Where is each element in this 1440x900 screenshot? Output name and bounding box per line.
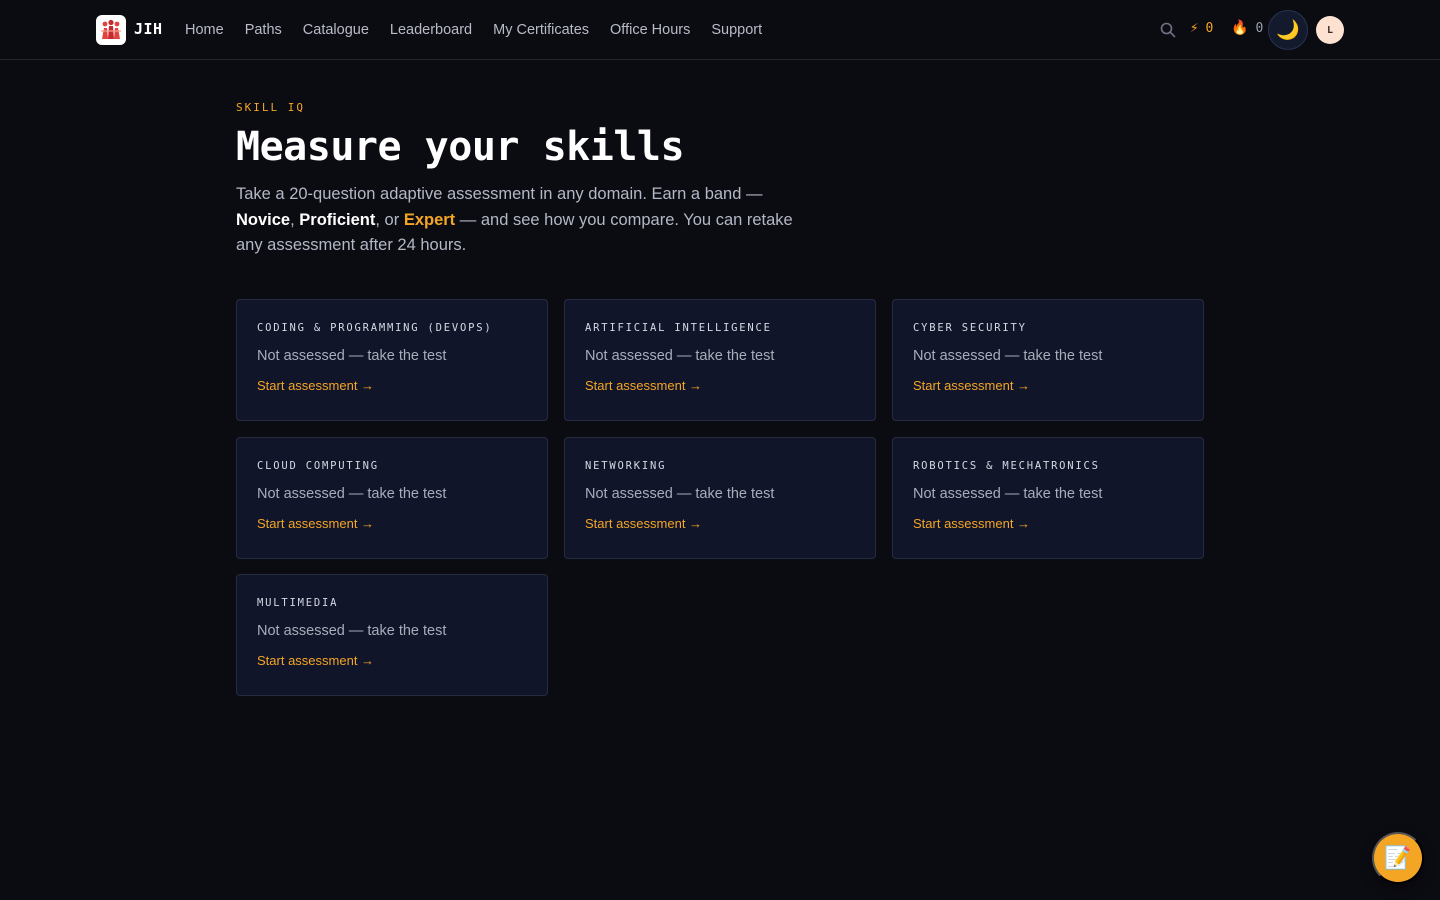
search-icon[interactable] bbox=[1159, 21, 1177, 39]
domain-status: Not assessed — take the test bbox=[913, 486, 1103, 502]
domain-card-robotics: ROBOTICS & MECHATRONICS Not assessed — t… bbox=[892, 437, 1204, 559]
domain-status: Not assessed — take the test bbox=[257, 348, 447, 364]
intro-text-1: Take a 20-question adaptive assessment i… bbox=[236, 185, 763, 203]
xp-count: 0 bbox=[1205, 20, 1214, 36]
main-nav: Home Paths Catalogue Leaderboard My Cert… bbox=[185, 0, 783, 60]
nav-link-home[interactable]: Home bbox=[185, 22, 224, 38]
domain-title: CLOUD COMPUTING bbox=[257, 460, 379, 472]
flame-icon: 🔥 bbox=[1231, 20, 1249, 36]
start-assessment-link[interactable]: Start assessment → bbox=[257, 516, 374, 531]
brand-logo[interactable] bbox=[96, 15, 126, 45]
start-assessment-link[interactable]: Start assessment → bbox=[913, 378, 1030, 393]
people-group-icon bbox=[101, 19, 121, 39]
domain-card-networking: NETWORKING Not assessed — take the test … bbox=[564, 437, 876, 559]
lightning-icon: ⚡ bbox=[1190, 20, 1199, 36]
start-assessment-link[interactable]: Start assessment → bbox=[257, 378, 374, 393]
section-eyebrow: SKILL IQ bbox=[236, 101, 305, 114]
moon-icon: 🌙 bbox=[1276, 20, 1300, 41]
domain-title: NETWORKING bbox=[585, 460, 667, 472]
intro-sep-2: , or bbox=[375, 210, 404, 229]
domain-status: Not assessed — take the test bbox=[257, 486, 447, 502]
notepad-icon: 📝 bbox=[1384, 845, 1412, 870]
brand-name[interactable]: JIH bbox=[134, 20, 163, 38]
band-novice: Novice bbox=[236, 210, 291, 229]
user-avatar[interactable]: L bbox=[1316, 16, 1344, 44]
domain-title: CODING & PROGRAMMING (DEVOPS) bbox=[257, 322, 493, 334]
nav-link-support[interactable]: Support bbox=[711, 22, 762, 38]
nav-link-paths[interactable]: Paths bbox=[245, 22, 282, 38]
intro-paragraph: Take a 20-question adaptive assessment i… bbox=[236, 182, 796, 259]
band-expert: Expert bbox=[403, 210, 456, 229]
domain-status: Not assessed — take the test bbox=[585, 348, 775, 364]
domain-card-multimedia: MULTIMEDIA Not assessed — take the test … bbox=[236, 574, 548, 696]
domain-card-cyber-security: CYBER SECURITY Not assessed — take the t… bbox=[892, 299, 1204, 421]
domain-title: MULTIMEDIA bbox=[257, 597, 339, 609]
domain-card-coding: CODING & PROGRAMMING (DEVOPS) Not assess… bbox=[236, 299, 548, 421]
domain-status: Not assessed — take the test bbox=[913, 348, 1103, 364]
domain-title: CYBER SECURITY bbox=[913, 322, 1027, 334]
theme-toggle-button[interactable]: 🌙 bbox=[1268, 10, 1308, 50]
nav-link-my-certificates[interactable]: My Certificates bbox=[493, 22, 589, 38]
domain-title: ARTIFICIAL INTELLIGENCE bbox=[585, 322, 772, 334]
band-proficient: Proficient bbox=[299, 210, 376, 229]
domain-status: Not assessed — take the test bbox=[585, 486, 775, 502]
start-assessment-link[interactable]: Start assessment → bbox=[913, 516, 1030, 531]
streak-count: 0 bbox=[1255, 20, 1264, 36]
intro-sep-1: , bbox=[290, 210, 300, 229]
nav-link-catalogue[interactable]: Catalogue bbox=[303, 22, 369, 38]
start-assessment-link[interactable]: Start assessment → bbox=[257, 653, 374, 668]
start-assessment-link[interactable]: Start assessment → bbox=[585, 516, 702, 531]
domain-status: Not assessed — take the test bbox=[257, 623, 447, 639]
top-nav-bar: JIH Home Paths Catalogue Leaderboard My … bbox=[0, 0, 1440, 60]
nav-link-office-hours[interactable]: Office Hours bbox=[610, 22, 690, 38]
domain-card-cloud: CLOUD COMPUTING Not assessed — take the … bbox=[236, 437, 548, 559]
streak-counter: 🔥 0 bbox=[1231, 20, 1263, 36]
xp-counter: ⚡ 0 bbox=[1190, 20, 1213, 36]
nav-link-leaderboard[interactable]: Leaderboard bbox=[390, 22, 472, 38]
domain-card-ai: ARTIFICIAL INTELLIGENCE Not assessed — t… bbox=[564, 299, 876, 421]
start-assessment-link[interactable]: Start assessment → bbox=[585, 378, 702, 393]
page-title: Measure your skills bbox=[236, 124, 685, 170]
notes-fab-button[interactable]: 📝 bbox=[1372, 832, 1424, 884]
domain-title: ROBOTICS & MECHATRONICS bbox=[913, 460, 1100, 472]
